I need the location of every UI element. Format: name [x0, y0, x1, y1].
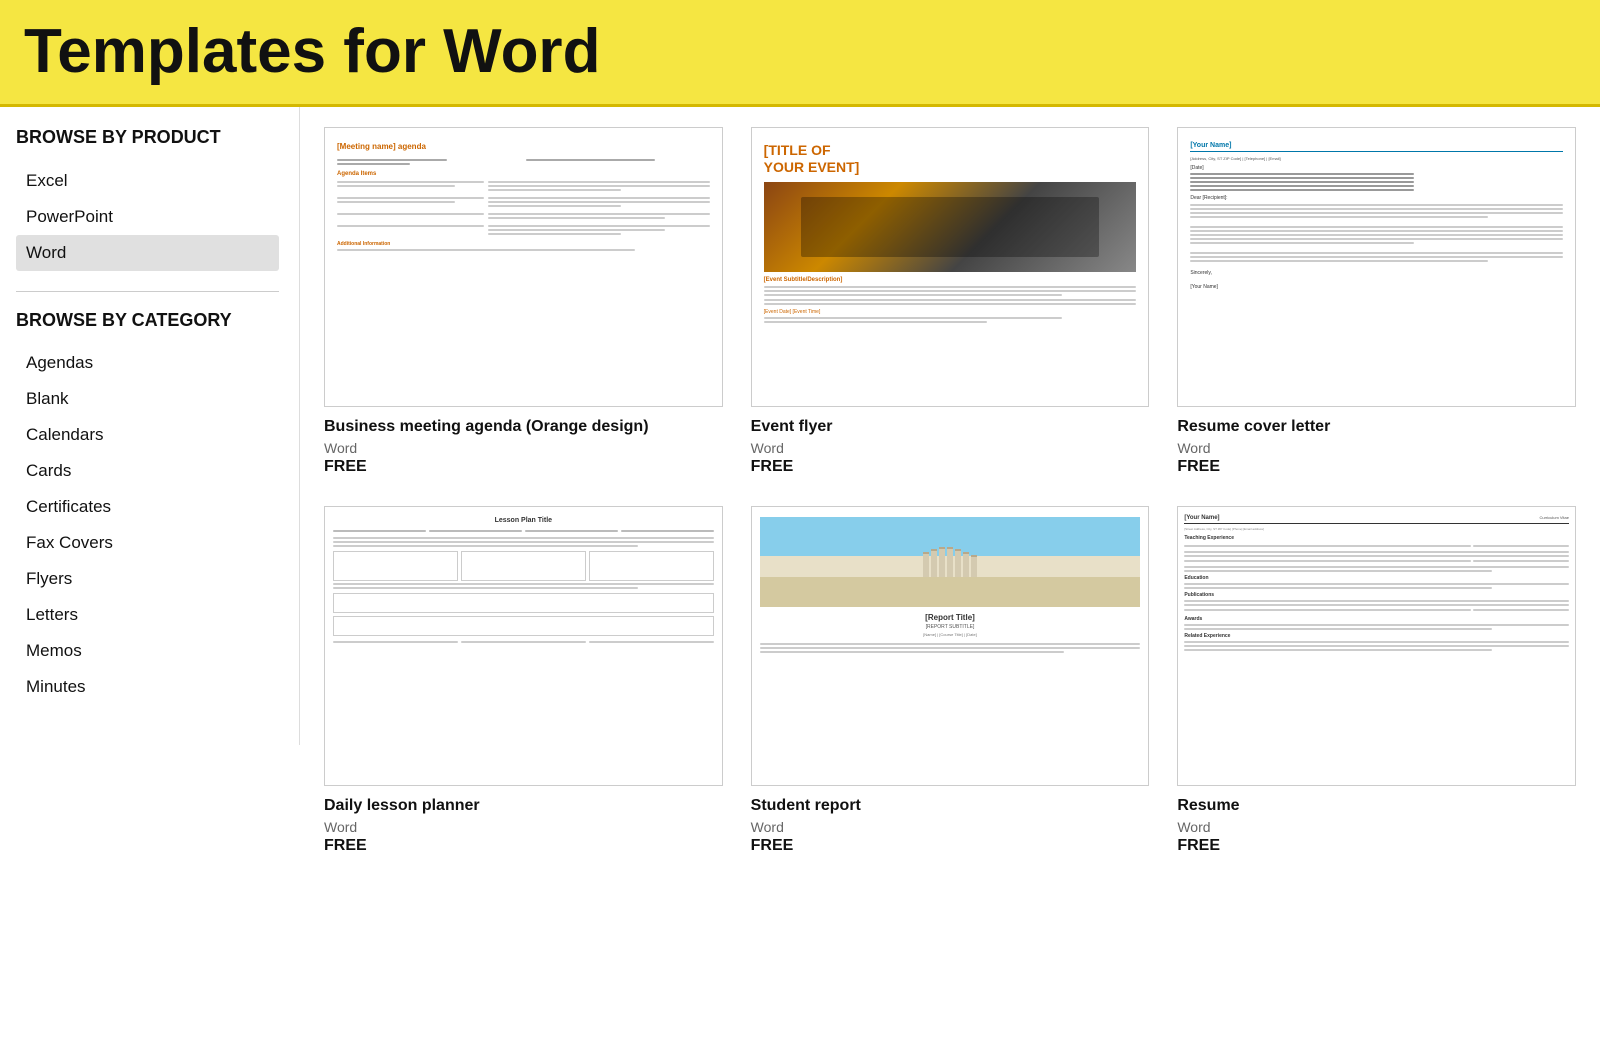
sidebar-item-powerpoint[interactable]: PowerPoint: [16, 199, 279, 235]
template-price-resume: FREE: [1177, 837, 1576, 855]
template-price-event: FREE: [751, 458, 1150, 476]
templates-grid: [Meeting name] agenda Agenda Items: [324, 127, 1576, 855]
sidebar-item-minutes[interactable]: Minutes: [16, 669, 279, 705]
template-name-lesson: Daily lesson planner: [324, 796, 723, 817]
sidebar-divider: [16, 291, 279, 292]
sidebar-item-calendars[interactable]: Calendars: [16, 417, 279, 453]
page-header: Templates for Word: [0, 0, 1600, 107]
template-name-report: Student report: [751, 796, 1150, 817]
template-thumb-report: [Report Title] [REPORT SUBTITLE] [Name] …: [751, 506, 1150, 786]
template-thumb-event: [TITLE OFYOUR EVENT] [Event Subtitle/Des…: [751, 127, 1150, 407]
sidebar-item-blank[interactable]: Blank: [16, 381, 279, 417]
template-product-lesson: Word: [324, 819, 723, 835]
content-area: [Meeting name] agenda Agenda Items: [300, 107, 1600, 875]
template-card-cover[interactable]: [Your Name] [Address, City, ST ZIP Code]…: [1177, 127, 1576, 476]
template-product-event: Word: [751, 440, 1150, 456]
template-thumb-agenda: [Meeting name] agenda Agenda Items: [324, 127, 723, 407]
category-nav-list: Agendas Blank Calendars Cards Certificat…: [16, 345, 279, 705]
template-thumb-lesson: Lesson Plan Title: [324, 506, 723, 786]
template-product-report: Word: [751, 819, 1150, 835]
sidebar-item-flyers[interactable]: Flyers: [16, 561, 279, 597]
template-product-cover: Word: [1177, 440, 1576, 456]
sidebar-item-certificates[interactable]: Certificates: [16, 489, 279, 525]
sidebar-item-letters[interactable]: Letters: [16, 597, 279, 633]
template-card-agenda[interactable]: [Meeting name] agenda Agenda Items: [324, 127, 723, 476]
template-thumb-cover: [Your Name] [Address, City, ST ZIP Code]…: [1177, 127, 1576, 407]
page-title: Templates for Word: [24, 18, 1576, 86]
sidebar: BROWSE BY PRODUCT Excel PowerPoint Word …: [0, 107, 300, 745]
sidebar-item-agendas[interactable]: Agendas: [16, 345, 279, 381]
template-card-event[interactable]: [TITLE OFYOUR EVENT] [Event Subtitle/Des…: [751, 127, 1150, 476]
template-name-resume: Resume: [1177, 796, 1576, 817]
template-name-agenda: Business meeting agenda (Orange design): [324, 417, 723, 438]
template-price-lesson: FREE: [324, 837, 723, 855]
browse-product-heading: BROWSE BY PRODUCT: [16, 127, 279, 149]
template-price-report: FREE: [751, 837, 1150, 855]
template-product-resume: Word: [1177, 819, 1576, 835]
product-nav-list: Excel PowerPoint Word: [16, 163, 279, 271]
sidebar-item-excel[interactable]: Excel: [16, 163, 279, 199]
sidebar-item-memos[interactable]: Memos: [16, 633, 279, 669]
sidebar-item-word[interactable]: Word: [16, 235, 279, 271]
template-card-resume[interactable]: [Your Name] Curriculum Vitae [Street Add…: [1177, 506, 1576, 855]
template-name-event: Event flyer: [751, 417, 1150, 438]
template-card-report[interactable]: [Report Title] [REPORT SUBTITLE] [Name] …: [751, 506, 1150, 855]
browse-category-heading: BROWSE BY CATEGORY: [16, 310, 279, 332]
main-layout: BROWSE BY PRODUCT Excel PowerPoint Word …: [0, 107, 1600, 875]
template-product-agenda: Word: [324, 440, 723, 456]
sidebar-item-cards[interactable]: Cards: [16, 453, 279, 489]
template-thumb-resume: [Your Name] Curriculum Vitae [Street Add…: [1177, 506, 1576, 786]
template-card-lesson[interactable]: Lesson Plan Title: [324, 506, 723, 855]
template-price-agenda: FREE: [324, 458, 723, 476]
sidebar-item-fax-covers[interactable]: Fax Covers: [16, 525, 279, 561]
template-name-cover: Resume cover letter: [1177, 417, 1576, 438]
template-price-cover: FREE: [1177, 458, 1576, 476]
